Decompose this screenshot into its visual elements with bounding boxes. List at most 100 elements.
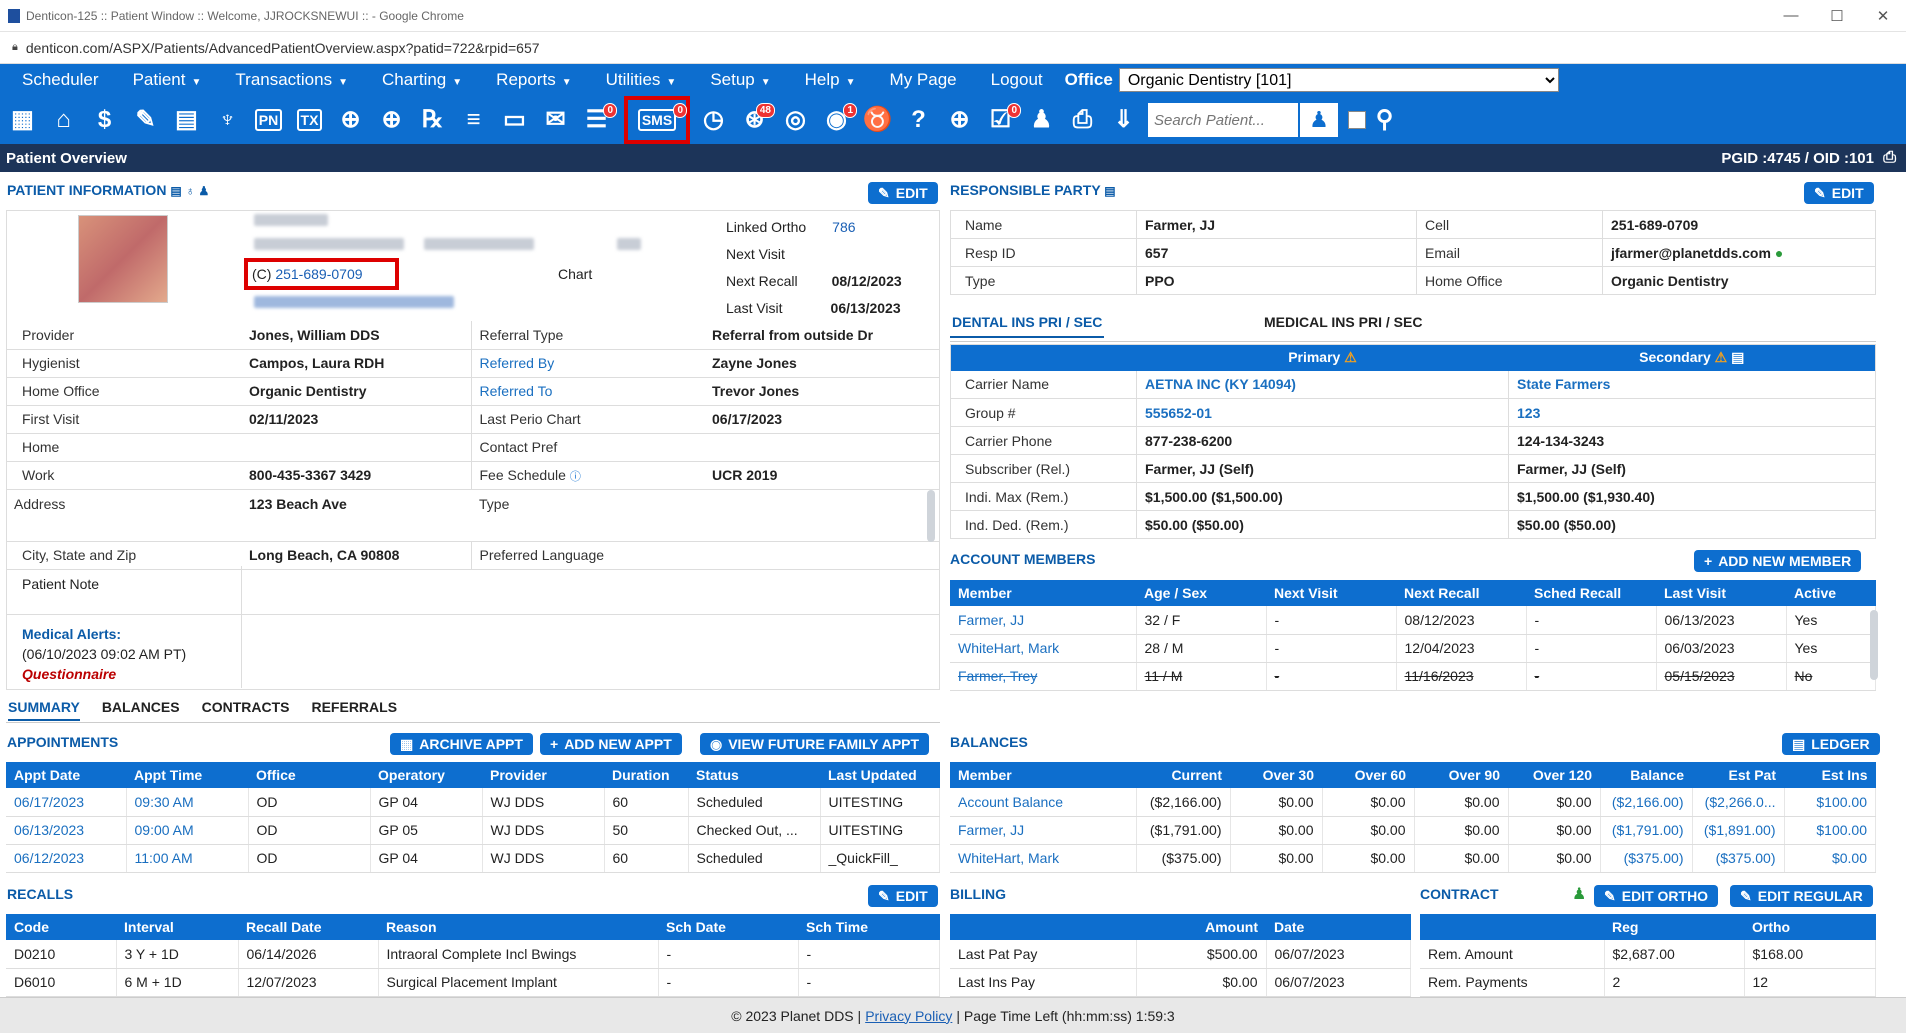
warning-icon[interactable]: ⚠ bbox=[1715, 349, 1728, 365]
tab-contracts[interactable]: CONTRACTS bbox=[202, 699, 290, 721]
column-header[interactable]: Date bbox=[1266, 914, 1411, 940]
column-header[interactable]: Reg bbox=[1604, 914, 1744, 940]
rx-icon[interactable]: ℞ bbox=[414, 101, 451, 139]
table-cell[interactable]: Farmer, JJ bbox=[950, 606, 1137, 635]
table-cell[interactable]: 11:00 AM bbox=[126, 844, 249, 873]
web-alert-icon[interactable]: ⊛ 48 bbox=[736, 101, 775, 139]
table-cell[interactable]: Account Balance bbox=[950, 788, 1137, 817]
patient-alert-icon[interactable]: ◉ 1 bbox=[818, 101, 857, 139]
table-row[interactable]: Farmer, JJ ($1,791.00) $0.00 $0.00 $0.00 $0.0… bbox=[950, 816, 1876, 845]
column-header[interactable]: Next Visit bbox=[1266, 580, 1396, 606]
nav-scheduler[interactable]: Scheduler bbox=[22, 70, 99, 90]
column-header[interactable]: Over 60 bbox=[1322, 762, 1414, 788]
table-row[interactable]: WhiteHart, Mark 28 / M -12/04/2023-06/03/2… bbox=[950, 634, 1876, 663]
column-header[interactable]: Reason bbox=[378, 914, 658, 940]
nav-help[interactable]: Help ▼ bbox=[805, 70, 856, 90]
table-cell[interactable]: Farmer, Trey bbox=[950, 662, 1137, 691]
people-icon[interactable]: ♟ bbox=[1023, 101, 1060, 139]
add-new-member-button[interactable]: + ADD NEW MEMBER bbox=[1694, 550, 1862, 572]
primary-value[interactable]: AETNA INC (KY 14094) bbox=[1136, 370, 1509, 399]
nav-setup[interactable]: Setup ▼ bbox=[710, 70, 770, 90]
field-label[interactable]: Referred By bbox=[470, 349, 704, 378]
doc-icon[interactable]: ▤ bbox=[170, 184, 181, 198]
info-icon[interactable]: ⓘ bbox=[570, 471, 581, 483]
column-header[interactable]: Over 30 bbox=[1230, 762, 1322, 788]
table-row[interactable]: Last Ins Pay $0.00 06/07/2023 bbox=[950, 968, 1411, 997]
pn-icon[interactable]: PN bbox=[250, 101, 287, 139]
table-row[interactable]: 06/17/2023 09:30 AM OD GP 04 WJ DDS 60 Schedul… bbox=[6, 788, 940, 817]
column-header[interactable]: Est Pat bbox=[1692, 762, 1784, 788]
add-patient-icon[interactable]: ⊕ bbox=[332, 101, 369, 139]
column-header[interactable]: Over 120 bbox=[1508, 762, 1600, 788]
column-header[interactable]: Duration bbox=[604, 762, 688, 788]
questionnaire-link[interactable]: Questionnaire bbox=[22, 664, 186, 684]
column-header[interactable]: Appt Date bbox=[6, 762, 126, 788]
tab-balances[interactable]: BALANCES bbox=[102, 699, 180, 721]
primary-value[interactable]: 555652-01 bbox=[1136, 398, 1509, 427]
linked-ortho-link[interactable]: 786 bbox=[832, 219, 855, 235]
table-cell[interactable]: 06/13/2023 bbox=[6, 816, 127, 845]
tab-dental-ins[interactable]: DENTAL INS PRI / SEC bbox=[950, 314, 1105, 338]
document-icon[interactable]: ▤ bbox=[1731, 349, 1744, 365]
tooth-outline-icon[interactable]: ♉ bbox=[859, 101, 896, 139]
tab-referrals[interactable]: REFERRALS bbox=[311, 699, 397, 721]
recalls-edit-button[interactable]: ✎ EDIT bbox=[868, 885, 938, 907]
address-bar[interactable]: 🔒︎ denticon.com/ASPX/Patients/AdvancedPa… bbox=[0, 32, 1906, 64]
add-family-icon[interactable]: ⊕ bbox=[373, 101, 410, 139]
nav-charting[interactable]: Charting ▼ bbox=[382, 70, 462, 90]
table-row[interactable]: D0210 3 Y + 1D 06/14/2026 Intraoral Complet… bbox=[6, 940, 940, 969]
edit-ortho-button[interactable]: ✎ EDIT ORTHO bbox=[1594, 885, 1719, 907]
column-header[interactable] bbox=[950, 914, 1136, 940]
tx-icon[interactable]: TX bbox=[291, 101, 328, 139]
column-header[interactable]: Over 90 bbox=[1414, 762, 1508, 788]
maximize-button[interactable]: ☐ bbox=[1814, 7, 1860, 25]
table-row[interactable]: Farmer, JJ 32 / F -08/12/2023-06/13/2023 Ye… bbox=[950, 606, 1876, 635]
printer-icon[interactable]: ⎙ bbox=[1064, 101, 1101, 139]
download-icon[interactable]: ⇓ bbox=[1105, 101, 1142, 139]
scanner-icon[interactable]: ▭ bbox=[496, 101, 533, 139]
responsible-party-edit-button[interactable]: ✎ EDIT bbox=[1804, 182, 1874, 204]
stethoscope-icon[interactable]: ♁ bbox=[186, 184, 195, 198]
patient-photo[interactable] bbox=[78, 215, 168, 303]
close-button[interactable]: ✕ bbox=[1860, 7, 1906, 25]
patient-info-edit-button[interactable]: ✎ EDIT bbox=[868, 182, 938, 204]
view-future-family-appt-button[interactable]: ◉ VIEW FUTURE FAMILY APPT bbox=[700, 733, 930, 755]
table-cell[interactable]: Farmer, JJ bbox=[950, 816, 1137, 845]
notes-edit-icon[interactable]: ✎ bbox=[127, 101, 164, 139]
contract-user-icon[interactable]: ♟ bbox=[1572, 884, 1586, 904]
globe-pointer-icon[interactable]: ⊕ bbox=[941, 101, 978, 139]
advanced-search-icon[interactable]: ⚲ bbox=[1366, 101, 1403, 139]
tooth-question-icon[interactable]: ? bbox=[900, 101, 937, 139]
table-row[interactable]: Farmer, Trey 11 / M -11/16/2023-05/15/2023… bbox=[950, 662, 1876, 691]
column-header[interactable]: Code bbox=[6, 914, 116, 940]
nav-logout[interactable]: Logout bbox=[991, 70, 1043, 90]
column-header[interactable]: Balance bbox=[1600, 762, 1692, 788]
table-row[interactable]: D6010 6 M + 1D 12/07/2023 Surgical Placemen… bbox=[6, 968, 940, 997]
column-header[interactable]: Ortho bbox=[1744, 914, 1876, 940]
table-row[interactable]: WhiteHart, Mark ($375.00) $0.00 $0.00 $0.00 $… bbox=[950, 844, 1876, 873]
url-text[interactable]: denticon.com/ASPX/Patients/AdvancedPatie… bbox=[26, 40, 540, 56]
list-icon[interactable]: ≡ bbox=[455, 101, 492, 139]
column-header[interactable]: Next Recall bbox=[1396, 580, 1526, 606]
table-cell[interactable]: WhiteHart, Mark bbox=[950, 844, 1137, 873]
search-option-checkbox[interactable] bbox=[1348, 111, 1366, 129]
calendar-icon[interactable]: ▦ bbox=[4, 101, 41, 139]
patient-search-avatar-icon[interactable]: ♟ bbox=[1300, 103, 1338, 137]
column-header[interactable]: Interval bbox=[116, 914, 238, 940]
column-header[interactable]: Member bbox=[950, 762, 1136, 788]
tab-summary[interactable]: SUMMARY bbox=[8, 699, 80, 721]
column-header[interactable]: Appt Time bbox=[126, 762, 248, 788]
print-icon[interactable]: ⎙ bbox=[1883, 149, 1896, 167]
column-header[interactable]: Member bbox=[950, 580, 1136, 606]
column-header[interactable]: Provider bbox=[482, 762, 604, 788]
column-header[interactable]: Last Updated bbox=[820, 762, 940, 788]
table-row[interactable]: Account Balance ($2,166.00) $0.00 $0.00 $0.0… bbox=[950, 788, 1876, 817]
table-cell[interactable]: 06/17/2023 bbox=[6, 788, 127, 817]
members-scrollbar[interactable] bbox=[1870, 610, 1878, 680]
patient-info-scrollbar[interactable] bbox=[927, 490, 935, 542]
ledger-button[interactable]: ▤ LEDGER bbox=[1782, 733, 1880, 755]
column-header[interactable]: Sch Time bbox=[798, 914, 940, 940]
column-header[interactable]: Sch Date bbox=[658, 914, 798, 940]
secondary-value[interactable]: State Farmers bbox=[1508, 370, 1876, 399]
patient-portal-icon[interactable]: ◎ bbox=[777, 101, 814, 139]
